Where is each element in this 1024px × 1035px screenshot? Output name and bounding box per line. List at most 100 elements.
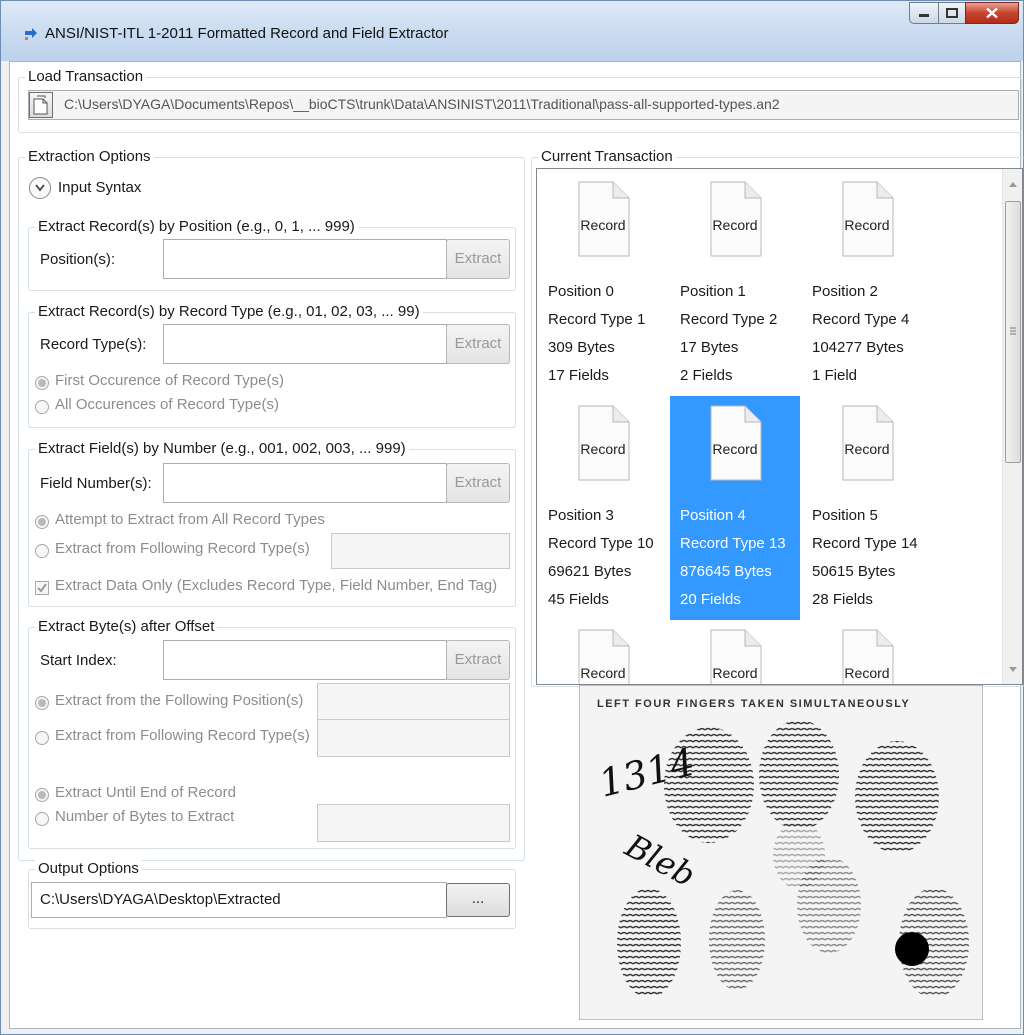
close-button[interactable] xyxy=(965,2,1019,24)
record-fields: 20 Fields xyxy=(680,591,741,608)
record-position: Position 3 xyxy=(548,507,614,524)
record-document-icon: Record xyxy=(705,628,765,684)
all-occurrences-label: All Occurences of Record Type(s) xyxy=(55,396,279,413)
scroll-thumb[interactable] xyxy=(1005,201,1021,463)
record-tile[interactable]: Record xyxy=(802,620,932,684)
data-only-label: Extract Data Only (Excludes Record Type,… xyxy=(55,577,498,594)
record-document-icon: Record xyxy=(837,628,897,684)
num-bytes-input[interactable] xyxy=(317,804,510,842)
extract-record-type-button[interactable]: Extract xyxy=(446,324,510,364)
record-type: Record Type 2 xyxy=(680,311,778,328)
record-icon-label: Record xyxy=(712,441,758,457)
minimize-button[interactable] xyxy=(909,2,939,24)
record-tile[interactable]: Record Position 1 Record Type 2 17 Bytes 2 F… xyxy=(670,172,800,396)
scroll-up-icon[interactable] xyxy=(1009,182,1017,187)
record-fields: 1 Field xyxy=(812,367,858,384)
record-tile[interactable]: Record Position 2 Record Type 4 104277 Byte… xyxy=(802,172,932,396)
record-type-label: Record Type(s): xyxy=(40,336,147,353)
following-positions-input[interactable] xyxy=(317,683,510,721)
record-image-preview: LEFT FOUR FINGERS TAKEN SIMULTANEOUSLY 1… xyxy=(579,685,983,1020)
following-record-types-radio[interactable] xyxy=(35,544,49,558)
record-bytes: 309 Bytes xyxy=(548,339,615,356)
scroll-down-icon[interactable] xyxy=(1009,667,1017,672)
output-options-legend: Output Options xyxy=(35,860,142,877)
until-end-label: Extract Until End of Record xyxy=(55,784,236,801)
data-only-checkbox[interactable] xyxy=(35,581,49,595)
open-file-button[interactable] xyxy=(29,92,53,118)
title-bar[interactable]: ANSI/NIST-ITL 1-2011 Formatted Record an… xyxy=(1,1,1023,61)
field-number-label: Field Number(s): xyxy=(40,475,152,492)
record-list-scrollbar[interactable] xyxy=(1002,169,1022,684)
record-document-icon: Record xyxy=(837,404,897,484)
record-bytes: 50615 Bytes xyxy=(812,563,896,580)
extract-field-button[interactable]: Extract xyxy=(446,463,510,503)
preview-caption: LEFT FOUR FINGERS TAKEN SIMULTANEOUSLY xyxy=(597,698,910,710)
position-input[interactable] xyxy=(163,239,447,279)
record-type: Record Type 1 xyxy=(548,311,646,328)
record-tile[interactable]: Record Position 0 Record Type 1 309 Bytes 17… xyxy=(538,172,668,396)
by-field-legend: Extract Field(s) by Number (e.g., 001, 0… xyxy=(35,440,409,457)
extraction-options-legend: Extraction Options xyxy=(25,148,154,165)
following-record-types-label: Extract from Following Record Type(s) xyxy=(55,540,310,557)
by-offset-legend: Extract Byte(s) after Offset xyxy=(35,618,218,635)
start-index-input[interactable] xyxy=(163,640,447,680)
record-type: Record Type 10 xyxy=(548,535,654,552)
fingerprint-image: LEFT FOUR FINGERS TAKEN SIMULTANEOUSLY 1… xyxy=(579,685,983,1020)
record-position: Position 0 xyxy=(548,283,614,300)
all-occurrences-radio[interactable] xyxy=(35,400,49,414)
record-icon-label: Record xyxy=(844,665,890,681)
record-bytes: 69621 Bytes xyxy=(548,563,632,580)
input-syntax-label[interactable]: Input Syntax xyxy=(58,179,141,196)
record-document-icon: Record xyxy=(573,628,633,684)
record-type: Record Type 13 xyxy=(680,535,786,552)
record-fields: 28 Fields xyxy=(812,591,873,608)
record-icon-label: Record xyxy=(712,665,758,681)
record-bytes: 17 Bytes xyxy=(680,339,739,356)
offset-record-types-radio[interactable] xyxy=(35,731,49,745)
input-syntax-expander[interactable] xyxy=(29,177,51,199)
record-position: Position 1 xyxy=(680,283,746,300)
offset-record-types-input[interactable] xyxy=(317,719,510,757)
load-transaction-legend: Load Transaction xyxy=(25,68,147,85)
checkmark-icon xyxy=(37,583,47,593)
app-icon xyxy=(25,28,37,40)
record-tile[interactable]: Record xyxy=(538,620,668,684)
by-position-legend: Extract Record(s) by Position (e.g., 0, … xyxy=(35,218,358,235)
record-bytes: 104277 Bytes xyxy=(812,339,904,356)
record-type: Record Type 4 xyxy=(812,311,910,328)
extract-offset-button[interactable]: Extract xyxy=(446,640,510,680)
field-number-input[interactable] xyxy=(163,463,447,503)
record-icon-label: Record xyxy=(712,217,758,233)
browse-output-button[interactable]: ... xyxy=(446,883,510,917)
record-tile[interactable]: Record Position 4 Record Type 13 876645 Byt… xyxy=(670,396,800,620)
all-record-types-radio[interactable] xyxy=(35,515,49,529)
record-type-input[interactable] xyxy=(163,324,447,364)
until-end-radio[interactable] xyxy=(35,788,49,802)
output-path-input[interactable]: C:\Users\DYAGA\Desktop\Extracted xyxy=(31,882,447,918)
app-window: ANSI/NIST-ITL 1-2011 Formatted Record an… xyxy=(0,0,1024,1035)
following-record-types-input[interactable] xyxy=(331,533,510,569)
transaction-path-text: C:\Users\DYAGA\Documents\Repos\__bioCTS\… xyxy=(64,96,780,112)
record-icon-label: Record xyxy=(844,441,890,457)
record-tile[interactable]: Record Position 3 Record Type 10 69621 Byte… xyxy=(538,396,668,620)
record-tile[interactable]: Record Position 5 Record Type 14 50615 Byte… xyxy=(802,396,932,620)
record-fields: 45 Fields xyxy=(548,591,609,608)
first-occurrence-radio[interactable] xyxy=(35,376,49,390)
maximize-button[interactable] xyxy=(938,2,966,24)
record-icon-label: Record xyxy=(844,217,890,233)
num-bytes-radio[interactable] xyxy=(35,812,49,826)
record-tile[interactable]: Record xyxy=(670,620,800,684)
record-fields: 2 Fields xyxy=(680,367,733,384)
record-position: Position 2 xyxy=(812,283,878,300)
extract-position-button[interactable]: Extract xyxy=(446,239,510,279)
record-document-icon: Record xyxy=(705,404,765,484)
num-bytes-label: Number of Bytes to Extract xyxy=(55,808,235,825)
record-list[interactable]: Record Position 0 Record Type 1 309 Bytes 17… xyxy=(536,168,1023,685)
record-position: Position 5 xyxy=(812,507,878,524)
record-icon-label: Record xyxy=(580,441,626,457)
record-icon-label: Record xyxy=(580,665,626,681)
record-icon-label: Record xyxy=(580,217,626,233)
following-positions-radio[interactable] xyxy=(35,696,49,710)
start-index-label: Start Index: xyxy=(40,652,117,669)
output-path-text: C:\Users\DYAGA\Desktop\Extracted xyxy=(40,891,281,908)
